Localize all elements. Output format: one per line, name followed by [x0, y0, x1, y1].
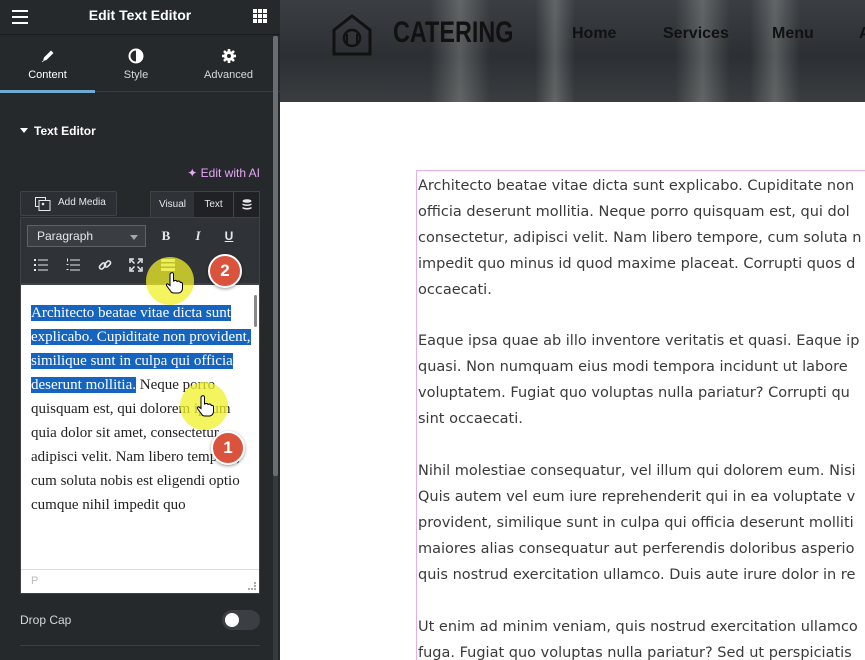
- tab-style-label: Style: [123, 69, 149, 81]
- text-line: quis nostrud exercitation ullamco. Duis …: [418, 567, 856, 583]
- text-line: consectetur, adipisci velit. Nam libero …: [418, 230, 862, 246]
- text-line: maiores alias consequatur aut perferendi…: [418, 541, 855, 557]
- tab-content[interactable]: Content: [0, 35, 95, 93]
- editor-panel: Edit Text Editor Content Style Advanced …: [0, 0, 280, 660]
- tab-advanced-label: Advanced: [204, 69, 253, 81]
- text-line: voluptatem. Fugiat quo voluptas nulla pa…: [418, 385, 850, 401]
- numbered-list-icon[interactable]: [63, 255, 83, 275]
- bullet-list-icon[interactable]: [31, 255, 51, 275]
- text-line: Quis autem vel eum iure reprehenderit qu…: [418, 489, 856, 505]
- add-media-label: Add Media: [58, 197, 106, 208]
- tab-advanced[interactable]: Advanced: [177, 35, 280, 92]
- hand-cursor-icon: [165, 272, 183, 294]
- paragraph-4: Ut enim ad minim veniam, quis nostrud ex…: [418, 614, 865, 660]
- text-line: fuga. Fugiat quo voluptas nulla pariatur…: [418, 645, 852, 660]
- chevron-down-icon: [130, 235, 138, 240]
- text-line: provident, similique sunt in culpa qui o…: [418, 515, 854, 531]
- text-line: occaecati.: [418, 282, 492, 298]
- drop-cap-label: Drop Cap: [20, 613, 72, 627]
- link-icon[interactable]: [95, 255, 115, 275]
- nav-menu[interactable]: Menu: [772, 25, 814, 43]
- nav-about[interactable]: A: [859, 25, 865, 43]
- logo-icon[interactable]: [330, 12, 374, 56]
- text-line: officia deserunt mollitia. Neque porro q…: [418, 204, 850, 220]
- text-line: Architecto beatae vitae dicta sunt expli…: [418, 178, 855, 194]
- widgets-grid-icon[interactable]: [253, 9, 267, 23]
- text-line: Nihil molestiae consequatur, vel illum q…: [418, 463, 856, 479]
- panel-scrollbar[interactable]: [273, 36, 278, 660]
- contrast-icon: [128, 48, 144, 64]
- gear-icon: [221, 49, 236, 63]
- nav-services[interactable]: Services: [663, 25, 729, 43]
- hand-cursor-icon: [196, 395, 214, 417]
- bold-button[interactable]: B: [156, 226, 176, 246]
- media-icon: [35, 197, 51, 211]
- step-2-badge: 2: [208, 254, 242, 288]
- text-line: Eaque ipsa quae ab illo inventore verita…: [418, 333, 860, 349]
- text-tab[interactable]: Text: [194, 192, 233, 218]
- tab-content-label: Content: [28, 69, 67, 81]
- panel-title: Edit Text Editor: [88, 7, 192, 23]
- header-banner: CATERING Home Services Menu A: [280, 0, 865, 102]
- paragraph-3: Nihil molestiae consequatur, vel illum q…: [418, 458, 865, 588]
- pencil-icon: [41, 50, 53, 63]
- brand-name[interactable]: CATERING: [393, 16, 513, 50]
- format-select-value: Paragraph: [37, 229, 94, 243]
- editor-statusbar: P: [21, 569, 259, 593]
- caret-down-icon: [20, 128, 28, 133]
- drop-cap-toggle[interactable]: [222, 610, 260, 630]
- database-icon[interactable]: [233, 192, 260, 218]
- editor-mode-tabs: Visual Text: [150, 191, 260, 218]
- nav-home[interactable]: Home: [572, 25, 616, 43]
- text-line: Ut enim ad minim veniam, quis nostrud ex…: [418, 619, 858, 635]
- step-1-badge: 1: [211, 431, 245, 465]
- site-preview: CATERING Home Services Menu A Architecto…: [280, 0, 865, 660]
- edit-with-ai-button[interactable]: ✦ Edit with AI: [187, 166, 260, 180]
- text-line: quasi. Non numquam eius modi tempora inc…: [418, 359, 848, 375]
- editor-scrollbar[interactable]: [254, 295, 257, 327]
- fullscreen-icon[interactable]: [126, 255, 146, 275]
- tab-style[interactable]: Style: [95, 35, 177, 92]
- paragraph-2: Eaque ipsa quae ab illo inventore verita…: [418, 328, 865, 432]
- resize-handle-icon[interactable]: [248, 582, 256, 590]
- italic-button[interactable]: I: [188, 226, 208, 246]
- divider: [20, 645, 260, 646]
- section-title: Text Editor: [34, 124, 96, 138]
- text-line: sint occaecati.: [418, 411, 523, 427]
- format-select[interactable]: Paragraph: [27, 225, 146, 247]
- underline-button[interactable]: U: [219, 226, 239, 246]
- add-media-button[interactable]: Add Media: [20, 191, 117, 216]
- panel-header: Edit Text Editor: [0, 0, 280, 35]
- element-path: P: [31, 575, 39, 587]
- section-toggle-text-editor[interactable]: Text Editor: [20, 124, 96, 138]
- paragraph-1: Architecto beatae vitae dicta sunt expli…: [418, 173, 865, 303]
- visual-tab[interactable]: Visual: [151, 192, 194, 218]
- text-line: impedit quo minus id quod maxime placeat…: [418, 256, 856, 272]
- panel-tabs: Content Style Advanced: [0, 35, 280, 93]
